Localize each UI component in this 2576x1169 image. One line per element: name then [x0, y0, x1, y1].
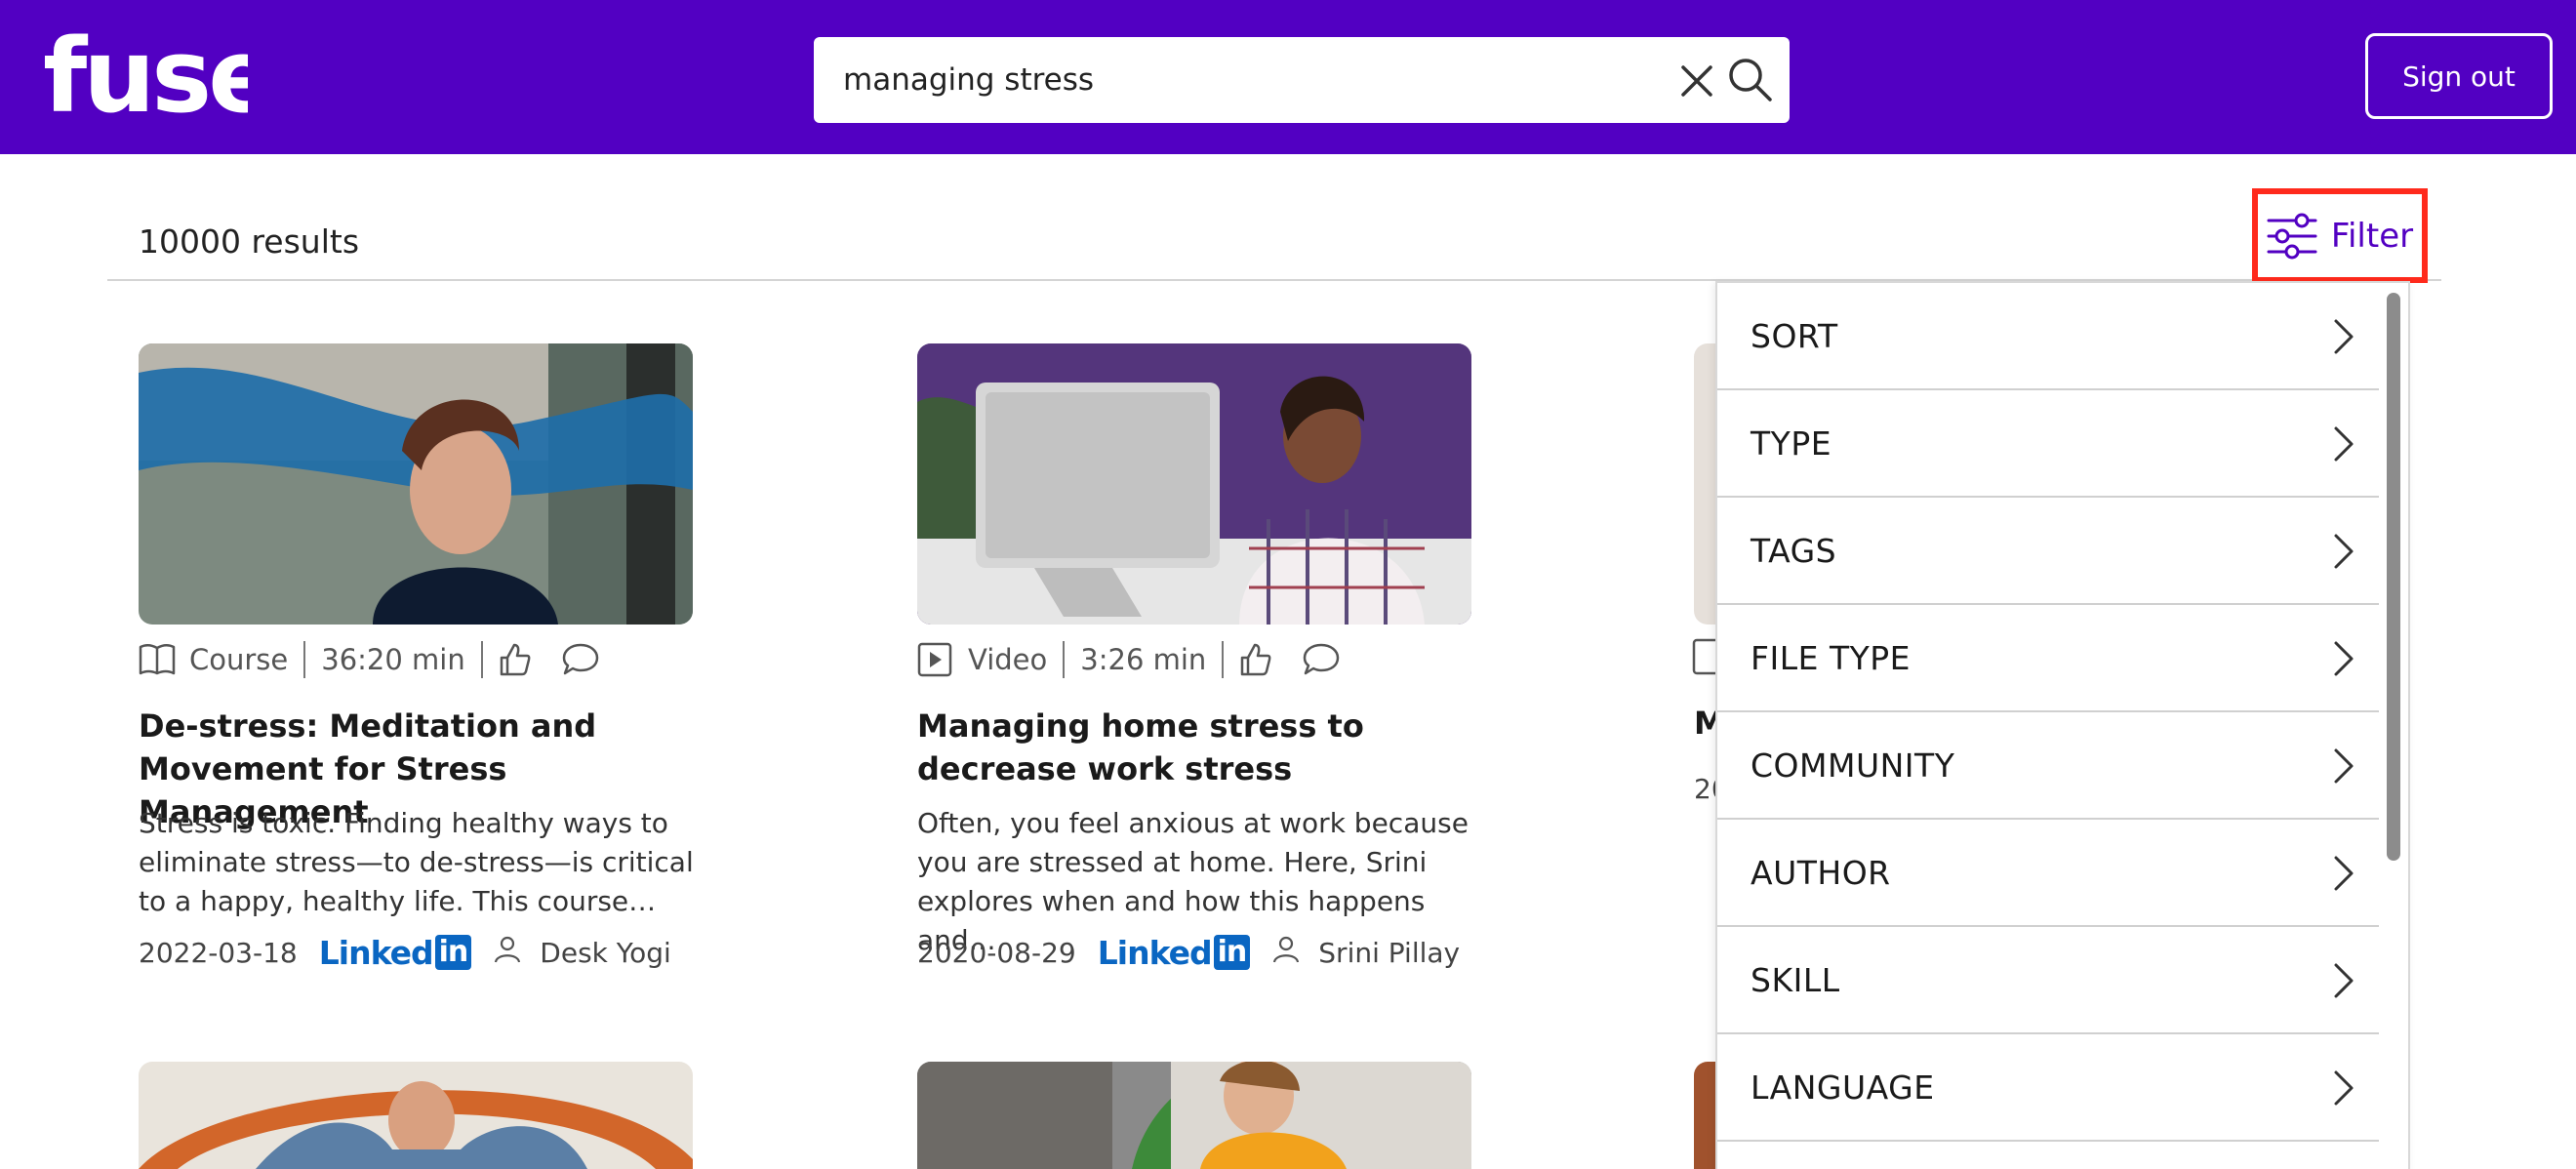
card-footer: 2022-03-18 Linked in Desk Yogi: [139, 931, 671, 974]
thumbs-up-icon[interactable]: [499, 642, 532, 677]
filter-label: Filter: [2330, 216, 2414, 256]
author-name[interactable]: Srini Pillay: [1318, 937, 1460, 969]
sliders-icon: [2267, 213, 2317, 259]
author-name[interactable]: Desk Yogi: [540, 937, 671, 969]
search-input[interactable]: [843, 37, 1643, 123]
result-card[interactable]: Course 36:20 min De-stress: Meditation a…: [139, 343, 695, 972]
sign-out-button[interactable]: Sign out: [2365, 33, 2553, 119]
duration: 3:26 min: [1080, 643, 1207, 676]
card-meta: Course 36:20 min: [139, 638, 600, 681]
content-type: Video: [968, 643, 1048, 676]
chevron-right-icon: [2334, 748, 2354, 784]
card-title[interactable]: Managing home stress to decrease work st…: [917, 705, 1473, 790]
filter-option-label: TYPE: [1751, 424, 1832, 463]
linkedin-logo: Linked in: [1098, 934, 1251, 972]
filter-option-file-type[interactable]: FILE TYPE: [1717, 605, 2379, 712]
search-box: [814, 37, 1790, 123]
fuse-logo[interactable]: fuse: [43, 25, 248, 123]
content-type: Course: [189, 643, 289, 676]
comment-icon[interactable]: [1302, 642, 1341, 677]
thumbs-up-icon[interactable]: [1239, 642, 1272, 677]
top-bar: fuse Sign out: [0, 0, 2576, 154]
results-count: 10000 results: [139, 222, 360, 261]
filter-option-label: SORT: [1751, 317, 1838, 355]
play-icon: [917, 642, 952, 677]
filter-option-author[interactable]: AUTHOR: [1717, 820, 2379, 927]
filter-option-tags[interactable]: TAGS: [1717, 498, 2379, 605]
book-icon: [139, 643, 176, 676]
filter-button[interactable]: Filter: [2252, 188, 2428, 283]
filter-option-label: TAGS: [1751, 532, 1837, 570]
filter-option-label: SKILL: [1751, 961, 1840, 999]
filter-option-label: AUTHOR: [1751, 854, 1891, 892]
card-thumbnail[interactable]: [917, 1062, 1471, 1169]
filter-option-skill[interactable]: SKILL: [1717, 927, 2379, 1034]
publish-date: 2020-08-29: [917, 936, 1076, 969]
result-card[interactable]: Video 3:26 min Managing home stress to d…: [917, 343, 1473, 972]
card-description: Stress is toxic. Finding healthy ways to…: [139, 807, 694, 917]
card-footer: 2020-08-29 Linked in Srini Pillay: [917, 931, 1460, 974]
meta-separator: [480, 641, 483, 678]
chevron-right-icon: [2334, 856, 2354, 891]
comment-icon[interactable]: [561, 642, 600, 677]
chevron-right-icon: [2334, 534, 2354, 569]
duration: 36:20 min: [321, 643, 465, 676]
filter-option-sort[interactable]: SORT: [1717, 283, 2379, 390]
filter-option-community[interactable]: COMMUNITY: [1717, 712, 2379, 820]
chevron-right-icon: [2334, 319, 2354, 354]
search-icon[interactable]: [1725, 55, 1776, 105]
publish-date: 2022-03-18: [139, 936, 298, 969]
filter-option-label: COMMUNITY: [1751, 746, 1955, 785]
chevron-right-icon: [2334, 641, 2354, 676]
meta-separator: [1222, 641, 1225, 678]
card-thumbnail[interactable]: [139, 1062, 693, 1169]
person-icon: [493, 935, 522, 971]
filter-option-label: FILE TYPE: [1751, 639, 1912, 677]
chevron-right-icon: [2334, 426, 2354, 462]
chevron-right-icon: [2334, 963, 2354, 998]
filter-option-type[interactable]: TYPE: [1717, 390, 2379, 498]
card-meta: Video 3:26 min: [917, 638, 1341, 681]
filter-dropdown: SORT TYPE TAGS FILE TYPE COMMUNITY AUTHO…: [1715, 281, 2410, 1169]
play-icon: [1692, 638, 1715, 675]
meta-separator: [1063, 641, 1066, 678]
clear-search-icon[interactable]: [1676, 60, 1717, 101]
card-thumbnail[interactable]: [917, 343, 1471, 625]
filter-option-label: LANGUAGE: [1751, 1068, 1935, 1107]
svg-text:fuse: fuse: [43, 25, 248, 123]
chevron-right-icon: [2334, 1070, 2354, 1106]
meta-separator: [303, 641, 306, 678]
linkedin-logo: Linked in: [319, 934, 472, 972]
filter-option-language[interactable]: LANGUAGE: [1717, 1034, 2379, 1142]
person-icon: [1271, 935, 1301, 971]
card-thumbnail[interactable]: [139, 343, 693, 625]
scrollbar-thumb[interactable]: [2387, 293, 2400, 861]
